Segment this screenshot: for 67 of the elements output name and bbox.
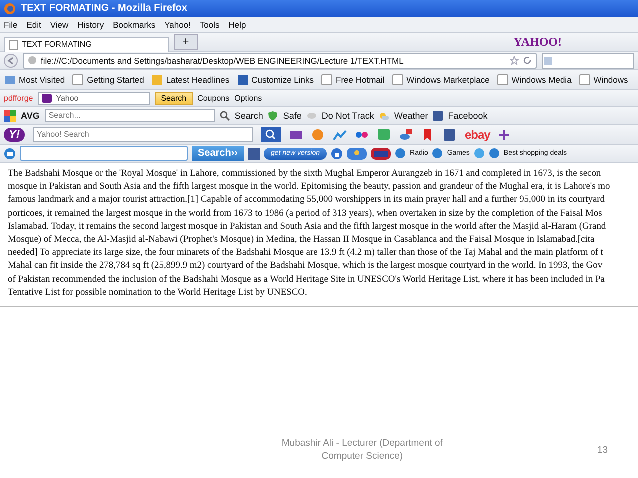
toolbar-link[interactable]: Facebook	[448, 110, 488, 120]
body-text: Tentative List for possible nomination to the World Heritage List by UNESCO.	[8, 286, 308, 300]
bookmark-link[interactable]: Getting Started	[72, 74, 144, 86]
body-text: Mosque) of Mecca, the Al-Masjid al-Nabawi (Prophet's Mosque) in Medina, the Hassan II Mosque in Casablanca and the Faisal Mosque in Islamabad.[cita	[8, 234, 595, 248]
menu-item[interactable]: Tools	[200, 20, 220, 30]
toolbar-menu[interactable]: Coupons	[198, 94, 230, 102]
body-text: needed] To appreciate its large size, the four minarets of the Badshahi Mosque are 13.9 ft (4.2 m) taller than those of the Taj Mahal and the main platform of t	[8, 247, 604, 260]
toolbar-logo: AVG	[21, 110, 40, 120]
body-text: Islamabad. Today, it remains the second largest mosque in Pakistan and South Asia and the fifth largest mosque in the world after the Masjid al-Haram (Grand	[8, 220, 606, 234]
shield-icon	[268, 110, 278, 120]
reload-icon[interactable]	[523, 56, 532, 65]
search-button[interactable]: Search	[234, 110, 264, 120]
menu-item[interactable]: File	[4, 20, 18, 30]
body-text: famous landmark and a major tourist attraction.[1] Capable of accommodating 55,000 worshippers in its main prayer hall and a further 95,000 in its courtyard	[8, 194, 606, 208]
menu-item[interactable]: History	[78, 20, 104, 30]
search-icon[interactable]	[220, 110, 230, 120]
menu-item[interactable]: View	[50, 20, 69, 30]
body-text: The Badshahi Mosque or the 'Royal Mosque' in Lahore, commissioned by the sixth Mughal Emperor Aurangzeb in 1671 and completed in 1673, is the secon	[8, 168, 602, 181]
menu-item[interactable]: Help	[228, 20, 246, 30]
ebay-logo[interactable]: ebay	[465, 128, 490, 142]
search-icon[interactable]	[261, 127, 281, 142]
bookmark-link[interactable]: Free Hotmail	[321, 74, 385, 86]
slide-footer-text: Mubashir Ali - Lecturer (Department of Computer Science)	[280, 437, 444, 464]
avg-icon	[4, 110, 16, 122]
back-icon[interactable]	[4, 54, 18, 68]
search-button[interactable]: Search	[155, 92, 193, 104]
toolbar-link[interactable]: Weather	[394, 110, 428, 120]
yahoo-logo[interactable]: Y!	[4, 128, 25, 142]
plus-icon[interactable]	[498, 128, 510, 140]
toolbar-logo: pdfforge	[4, 94, 34, 102]
brand-logo: YAHOO!	[514, 34, 562, 50]
bookmark-link[interactable]: Customize Links	[236, 74, 314, 86]
page-icon	[72, 74, 84, 86]
search-engine-field[interactable]	[542, 52, 634, 68]
toolbar-link[interactable]: Do Not Track	[322, 110, 374, 120]
new-tab-button[interactable]: +	[174, 34, 198, 50]
page-icon	[392, 74, 404, 86]
page-icon	[496, 74, 509, 86]
body-text: Mahal can fit inside the 278,784 sq ft (25,899.9 m2) courtyard of the Badshahi Mosque, which is the largest mosque courtyard in the world. In 1993, the Gov	[8, 260, 603, 274]
search-field[interactable]: Search...	[44, 109, 215, 122]
bookmark-link[interactable]: Latest Headlines	[151, 74, 230, 86]
star-icon[interactable]	[510, 56, 519, 65]
menu-item[interactable]: Yahoo!	[164, 20, 191, 30]
address-field[interactable]: file:///C:/Documents and Settings/basharat/Desktop/WEB ENGINEERING/Lecture 1/TEXT.HTML	[23, 52, 537, 68]
page-icon	[578, 74, 591, 86]
body-text: porticoes, it remained the largest mosque in the world from 1673 to 1986 (a period of 313 years), when overtaken in size by the completion of the Faisal Mos	[8, 208, 602, 221]
menu-item[interactable]: Bookmarks	[113, 20, 156, 30]
bookmark-link[interactable]: Windows Media	[496, 74, 572, 86]
search-field[interactable]	[20, 146, 188, 161]
toolbar-link[interactable]: Safe	[283, 110, 302, 120]
toolbar-menu[interactable]: Options	[234, 94, 262, 102]
browser-tab[interactable]: TEXT FORMATING	[4, 36, 169, 52]
search-field[interactable]: Yahoo	[38, 92, 150, 104]
chart-icon[interactable]	[333, 128, 347, 142]
page-number: 13	[597, 445, 608, 456]
chat-icon[interactable]	[4, 148, 16, 160]
page-icon	[9, 40, 18, 50]
bookmark-link[interactable]: Windows Marketplace	[392, 74, 490, 86]
body-text: mosque in Pakistan and South Asia and the fifth largest mosque in the world. Epitomising the beauty, passion and grandeur of the Mughal era, it is Lahore's mo	[8, 181, 610, 194]
window-title: TEXT FORMATING - Mozilla Firefox	[21, 3, 188, 14]
menu-item[interactable]: Edit	[26, 20, 42, 30]
page-icon	[321, 74, 333, 86]
weather-icon	[379, 110, 390, 120]
bookmark-link[interactable]: Most Visited	[4, 74, 66, 86]
search-field[interactable]: Yahoo! Search	[33, 127, 253, 142]
bookmark-link[interactable]: Windows	[578, 74, 628, 86]
body-text: of Pakistan recommended the inclusion of the Badshahi Mosque as a World Heritage Site in UNESCO's World Heritage List, where it has been included in Pa	[8, 274, 605, 287]
